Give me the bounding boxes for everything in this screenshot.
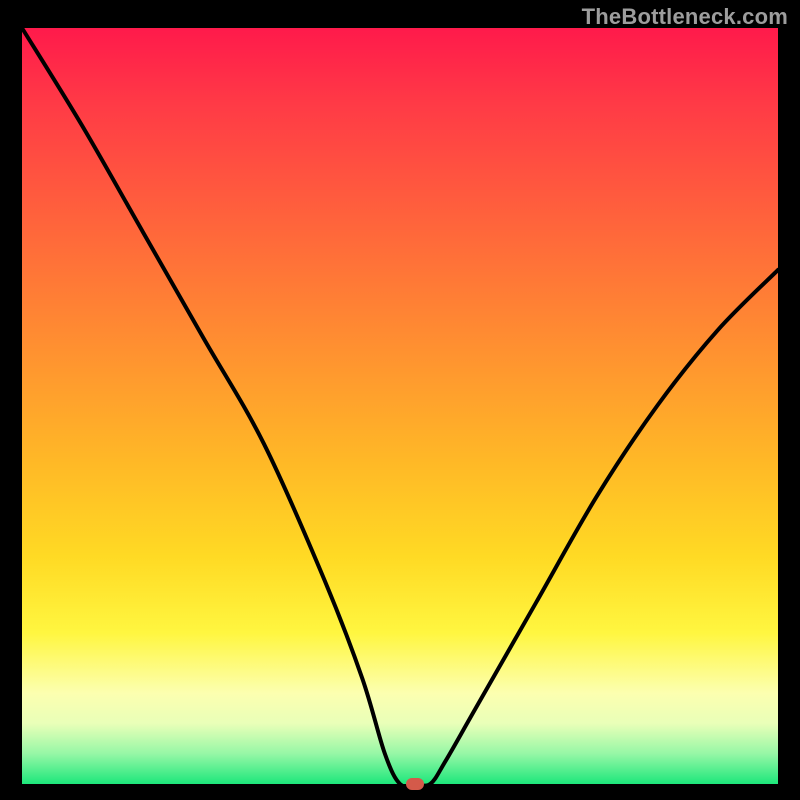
watermark-label: TheBottleneck.com xyxy=(582,4,788,30)
chart-frame: TheBottleneck.com xyxy=(0,0,800,800)
plot-area xyxy=(22,28,778,784)
optimal-marker xyxy=(406,778,424,790)
curve-svg xyxy=(22,28,778,784)
bottleneck-curve xyxy=(22,28,778,786)
